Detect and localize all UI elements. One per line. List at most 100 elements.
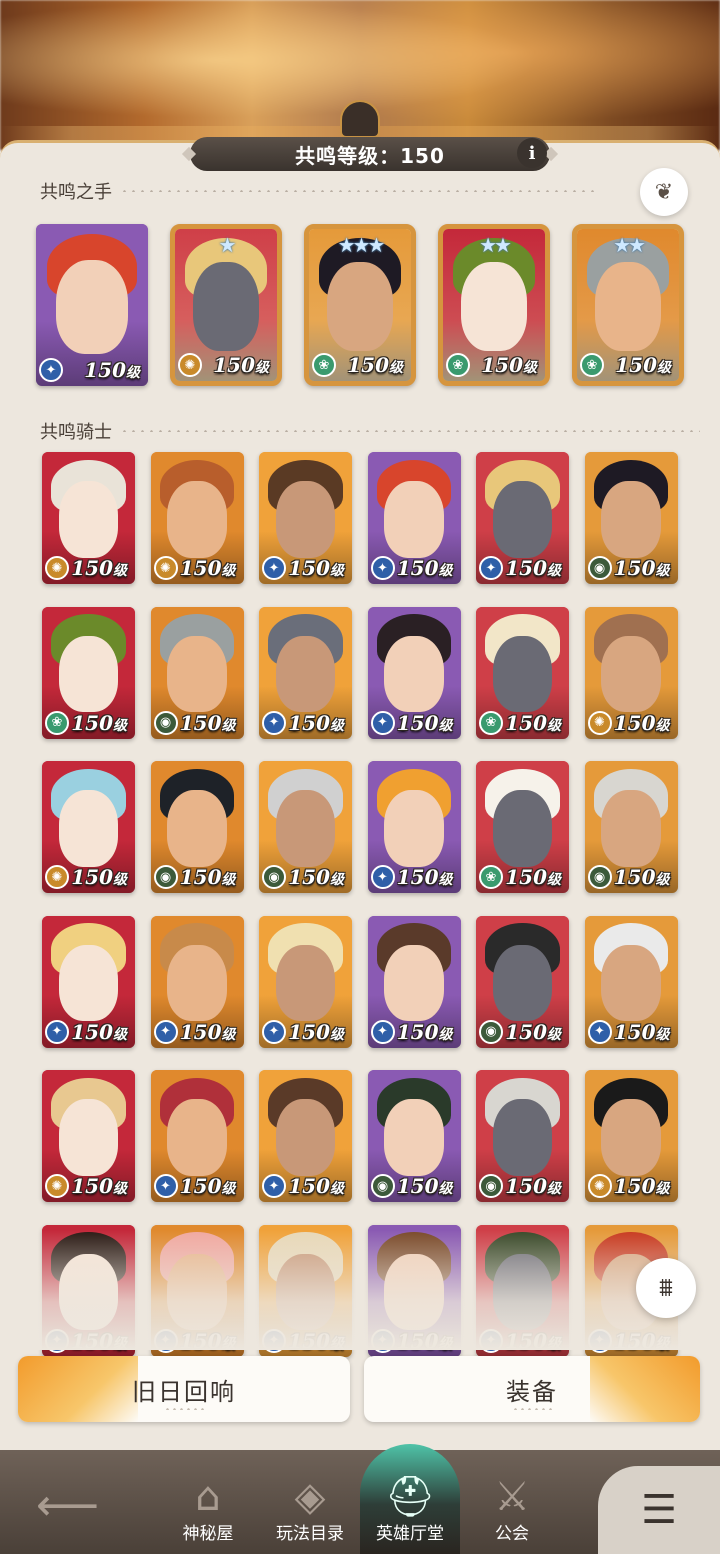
knight-card[interactable]: ✦150级 xyxy=(367,761,461,893)
knight-card[interactable]: ✦150级 xyxy=(259,452,352,584)
equipment-button[interactable]: 装备 xyxy=(364,1356,700,1422)
knight-card[interactable]: ✦150级 xyxy=(476,452,569,584)
knight-card[interactable]: ✦150级 xyxy=(150,915,244,1048)
hero-level: 150级 xyxy=(288,556,344,580)
knight-card[interactable]: ✦150级 xyxy=(367,606,461,739)
knight-card[interactable]: ✺ 150级 xyxy=(584,606,678,739)
knight-card[interactable]: ✦150级 xyxy=(259,1070,352,1202)
knight-card[interactable]: ◉ 150级 xyxy=(476,915,569,1048)
class-star-icon: ✦ xyxy=(153,1174,178,1198)
catalog-icon: ◈ xyxy=(294,1474,326,1520)
hero-level: 150级 xyxy=(71,1174,127,1198)
knight-card[interactable]: ❀ 150级 xyxy=(476,606,569,739)
old-echo-button[interactable]: 旧日回响 xyxy=(18,1356,350,1422)
knight-card[interactable]: ✦150级 xyxy=(42,915,135,1048)
knight-card[interactable]: ✦150级 xyxy=(367,915,461,1048)
class-sun-icon: ✺ xyxy=(587,710,612,735)
hero-level: 150级 xyxy=(179,1174,236,1198)
hero-level: 150级 xyxy=(288,865,344,889)
knight-card[interactable]: ◉ 150级 xyxy=(584,761,678,893)
section-title-hands: 共鸣之手 xyxy=(40,178,600,204)
class-star-icon: ✦ xyxy=(262,556,286,580)
resonance-hand-card[interactable]: ★ ✺ 150级 xyxy=(170,224,282,386)
class-sun-icon: ✺ xyxy=(587,1174,612,1198)
hero-level: 150级 xyxy=(396,556,453,580)
class-eye-icon: ◉ xyxy=(479,1174,503,1198)
knight-card[interactable]: ✺ 150级 xyxy=(42,761,135,893)
class-leaf-icon: ❀ xyxy=(446,353,470,377)
hero-level: 150级 xyxy=(505,865,561,889)
resonance-hand-card[interactable]: ★★ ❀ 150级 xyxy=(438,224,550,386)
hero-level: 150级 xyxy=(179,710,236,735)
hero-level: 150级 xyxy=(613,865,670,889)
nav-mystery[interactable]: ⌂ 神秘屋 xyxy=(158,1450,258,1554)
section-title-knights: 共鸣骑士 xyxy=(40,418,700,444)
resonance-hand-card[interactable]: ★★★ ❀ 150级 xyxy=(304,224,416,386)
nav-catalog[interactable]: ◈ 玩法目录 xyxy=(260,1450,360,1554)
knight-card[interactable]: ✦150级 xyxy=(259,606,352,739)
class-star-icon: ✦ xyxy=(262,1174,286,1198)
hero-level: 150级 xyxy=(505,1174,561,1198)
resonance-level-text: 共鸣等级：150 xyxy=(295,143,445,168)
nav-heroes[interactable]: ⛑ 英雄厅堂 xyxy=(360,1444,460,1554)
class-eye-icon: ◉ xyxy=(587,556,612,580)
class-eye-icon: ◉ xyxy=(587,865,612,889)
filter-icon[interactable]: ⩩ xyxy=(636,1258,696,1318)
resonance-hand-card[interactable]: ✦ 150级 xyxy=(36,224,148,386)
hero-level: 150级 xyxy=(396,710,453,735)
class-eye-icon: ◉ xyxy=(153,865,178,889)
knights-title-label: 共鸣骑士 xyxy=(40,422,112,443)
knight-card[interactable]: ✺ 150级 xyxy=(584,1070,678,1202)
hero-level: 150级 xyxy=(288,710,344,735)
class-sun-icon: ✺ xyxy=(45,865,69,889)
hero-level: 150级 xyxy=(613,1174,670,1198)
class-star-icon: ✦ xyxy=(370,556,395,580)
old-echo-art xyxy=(18,1356,138,1422)
hero-level: 150级 xyxy=(396,1019,453,1044)
nav-guild[interactable]: ⚔ 公会 xyxy=(462,1450,562,1554)
class-star-icon: ✦ xyxy=(370,710,395,735)
helmet-emblem-icon xyxy=(340,100,380,138)
class-sun-icon: ✺ xyxy=(45,1174,69,1198)
knight-card[interactable]: ❀ 150级 xyxy=(476,761,569,893)
class-star-icon: ✦ xyxy=(262,710,286,735)
class-eye-icon: ◉ xyxy=(153,710,178,735)
class-star-icon: ✦ xyxy=(370,865,395,889)
knight-card[interactable]: ◉ 150级 xyxy=(150,606,244,739)
knight-card[interactable]: ◉ 150级 xyxy=(150,761,244,893)
info-icon[interactable]: i xyxy=(517,138,547,168)
class-star-icon: ✦ xyxy=(153,1019,178,1044)
hero-level: 150级 xyxy=(505,556,561,580)
knight-card[interactable]: ✦150级 xyxy=(150,1070,244,1202)
knight-card[interactable]: ✦150级 xyxy=(259,915,352,1048)
knight-card[interactable]: ✦150级 xyxy=(367,452,461,584)
star-rank-icon: ★★ xyxy=(613,233,646,257)
hero-level: 150级 xyxy=(71,710,127,735)
knight-card[interactable]: ✺ 150级 xyxy=(42,452,135,584)
arrow-left-icon[interactable]: ⟵ xyxy=(36,1480,99,1531)
knight-card[interactable]: ◉ 150级 xyxy=(259,761,352,893)
hero-level: 150级 xyxy=(179,865,236,889)
class-leaf-icon: ❀ xyxy=(45,710,69,735)
menu-icon[interactable]: ☰ xyxy=(598,1466,720,1554)
list-fade xyxy=(0,1230,720,1350)
nav-guild-label: 公会 xyxy=(495,1524,529,1544)
resonance-hand-card[interactable]: ★★ ❀ 150级 xyxy=(572,224,684,386)
hero-level: 150级 xyxy=(396,1174,453,1198)
hero-level: 150级 xyxy=(84,358,140,382)
class-star-icon: ✦ xyxy=(479,556,503,580)
equipment-label: 装备 xyxy=(506,1377,558,1406)
knight-card[interactable]: ◉ 150级 xyxy=(584,452,678,584)
class-star-icon: ✦ xyxy=(45,1019,69,1044)
knight-card[interactable]: ◉ 150级 xyxy=(367,1070,461,1202)
knight-card[interactable]: ❀ 150级 xyxy=(42,606,135,739)
hands-title-label: 共鸣之手 xyxy=(40,182,112,203)
knight-card[interactable]: ✺ 150级 xyxy=(150,452,244,584)
mystery-house-icon: ⌂ xyxy=(195,1474,221,1520)
resonance-level-bar: 共鸣等级：150 xyxy=(181,137,559,171)
knight-card[interactable]: ✺ 150级 xyxy=(42,1070,135,1202)
nav-mystery-label: 神秘屋 xyxy=(182,1524,234,1544)
knight-card[interactable]: ✦150级 xyxy=(584,915,678,1048)
knight-card[interactable]: ◉ 150级 xyxy=(476,1070,569,1202)
wing-icon[interactable]: ❦ xyxy=(640,168,688,216)
